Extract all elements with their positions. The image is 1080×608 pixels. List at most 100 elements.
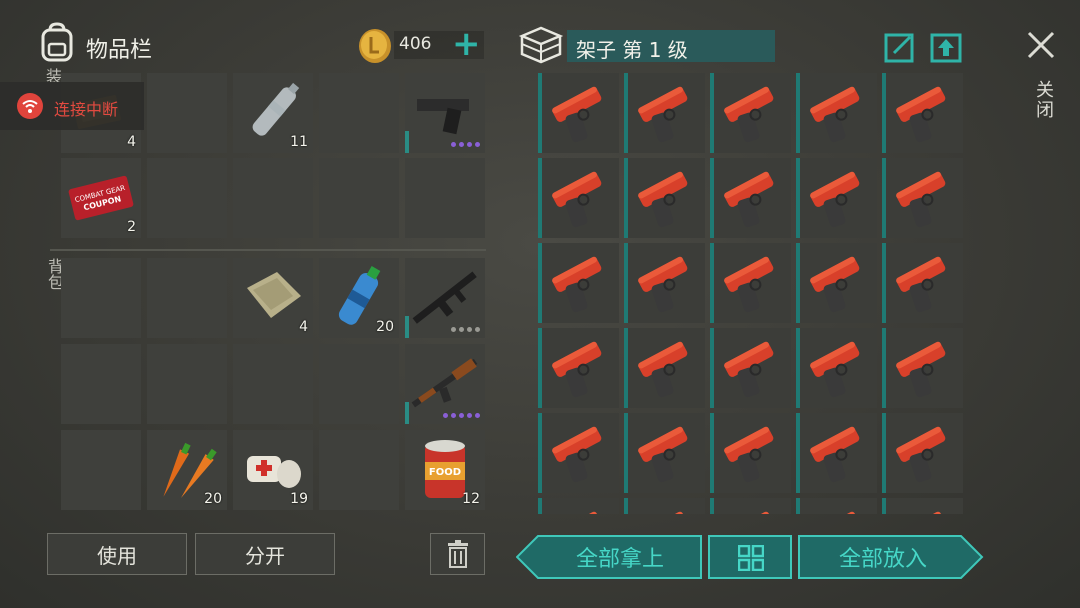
flare-gun-icon (896, 511, 946, 514)
item-count: 4 (299, 319, 308, 335)
shelf-slot-flare-gun[interactable] (538, 243, 619, 323)
shelf-slot-flare-gun[interactable] (882, 413, 963, 493)
add-coins-button[interactable]: + (452, 27, 481, 61)
inventory-slot-pistol[interactable] (405, 73, 485, 153)
inventory-slot-empty[interactable] (319, 430, 399, 510)
shelf-slot-flare-gun[interactable] (624, 243, 705, 323)
shelf-title: 架子 第 1 级 (576, 38, 688, 62)
item-count: 2 (127, 219, 136, 235)
item-count: 11 (290, 134, 308, 150)
shelf-slot-flare-gun[interactable] (710, 243, 791, 323)
inventory-slot-m16-rifle[interactable] (405, 258, 485, 338)
shelf-slot-flare-gun[interactable] (538, 413, 619, 493)
inventory-slot-canned-food[interactable]: FOOD 12 (405, 430, 485, 510)
shelf-slot-flare-gun[interactable] (882, 158, 963, 238)
flare-gun-icon (724, 426, 774, 483)
ak-rifle-icon (411, 358, 478, 408)
flare-gun-icon (896, 86, 946, 143)
inventory-slot-empty[interactable] (61, 258, 141, 338)
delete-button[interactable] (430, 533, 485, 575)
shelf-slot-flare-gun[interactable] (796, 73, 877, 153)
flare-gun-icon (724, 86, 774, 143)
inventory-slot-empty[interactable] (61, 344, 141, 424)
item-count: 19 (290, 491, 308, 507)
inventory-slot-water-bottle-empty[interactable]: 11 (233, 73, 313, 153)
crate-icon (518, 26, 564, 64)
flare-gun-icon (810, 511, 860, 514)
section-divider (50, 249, 486, 251)
shelf-slot-flare-gun[interactable] (624, 158, 705, 238)
flare-gun-icon (638, 426, 688, 483)
inventory-slot-empty[interactable] (147, 258, 227, 338)
use-button[interactable]: 使用 (47, 533, 187, 575)
flare-gun-icon (638, 511, 688, 514)
sort-button[interactable] (708, 535, 792, 579)
flare-gun-icon (638, 256, 688, 313)
shelf-slot-flare-gun[interactable] (796, 243, 877, 323)
flare-gun-icon (724, 256, 774, 313)
inventory-slot-empty[interactable] (319, 73, 399, 153)
inventory-slot-empty[interactable] (319, 158, 399, 238)
inventory-slot-empty[interactable] (61, 430, 141, 510)
item-count: 12 (462, 491, 480, 507)
inventory-slot-empty[interactable] (147, 344, 227, 424)
inventory-slot-empty[interactable] (147, 73, 227, 153)
shelf-slot-flare-gun[interactable] (624, 413, 705, 493)
backpack-icon (41, 22, 73, 62)
flare-gun-icon (724, 511, 774, 514)
shelf-slot-flare-gun[interactable] (796, 158, 877, 238)
take-all-button[interactable]: 全部拿上 (540, 535, 700, 579)
shelf-slot-flare-gun[interactable] (710, 413, 791, 493)
shelf-slot-flare-gun[interactable] (882, 328, 963, 408)
inventory-slot-empty[interactable] (233, 344, 313, 424)
inventory-slot-bandage[interactable]: 19 (233, 430, 313, 510)
inventory-slot-empty[interactable] (233, 158, 313, 238)
close-icon[interactable] (1024, 28, 1058, 62)
m16-rifle-icon (412, 271, 477, 324)
svg-text:FOOD: FOOD (429, 467, 461, 478)
shelf-slot-flare-gun[interactable] (882, 73, 963, 153)
shelf-title-bar: 架子 第 1 级 (567, 30, 775, 62)
inventory-slot-empty[interactable] (147, 158, 227, 238)
shelf-slot-flare-gun[interactable] (710, 498, 791, 514)
close-label[interactable]: 关闭 (1030, 80, 1056, 120)
shelf-slot-flare-gun[interactable] (710, 158, 791, 238)
coin-count: 406 (399, 34, 432, 54)
shelf-slot-flare-gun[interactable] (796, 413, 877, 493)
trash-icon (447, 540, 468, 568)
upgrade-icon[interactable] (930, 31, 962, 63)
flare-gun-icon (810, 426, 860, 483)
flare-gun-icon (724, 171, 774, 228)
shelf-slot-flare-gun[interactable] (538, 498, 619, 514)
shelf-slot-flare-gun[interactable] (796, 498, 877, 514)
shelf-slot-flare-gun[interactable] (538, 158, 619, 238)
flare-gun-icon (810, 171, 860, 228)
rarity-dots (443, 413, 480, 418)
shelf-slot-flare-gun[interactable] (624, 328, 705, 408)
rename-icon[interactable] (884, 31, 916, 63)
shelf-slot-flare-gun[interactable] (624, 73, 705, 153)
shelf-grid (532, 68, 964, 514)
durability-bar (405, 402, 409, 424)
inventory-slot-cloth-sack[interactable]: 4 (233, 258, 313, 338)
shelf-slot-flare-gun[interactable] (624, 498, 705, 514)
inventory-slot-carrots[interactable]: 20 (147, 430, 227, 510)
inventory-slot-ak-rifle[interactable] (405, 344, 485, 424)
shelf-slot-flare-gun[interactable] (882, 498, 963, 514)
shelf-slot-flare-gun[interactable] (882, 243, 963, 323)
shelf-slot-flare-gun[interactable] (538, 73, 619, 153)
flare-gun-icon (810, 341, 860, 398)
put-all-button[interactable]: 全部放入 (800, 535, 966, 579)
shelf-slot-flare-gun[interactable] (710, 328, 791, 408)
inventory-slot-water-bottle[interactable]: 20 (319, 258, 399, 338)
inventory-slot-empty[interactable] (319, 344, 399, 424)
inventory-slot-empty[interactable] (405, 158, 485, 238)
connection-text: 连接中断 (54, 100, 119, 119)
inventory-slot-combat-gear-coupon[interactable]: COMBAT GEAR COUPON 2 (61, 158, 141, 238)
shelf-slot-flare-gun[interactable] (796, 328, 877, 408)
flare-gun-icon (638, 341, 688, 398)
grid-icon (738, 545, 764, 571)
shelf-slot-flare-gun[interactable] (538, 328, 619, 408)
shelf-slot-flare-gun[interactable] (710, 73, 791, 153)
split-button[interactable]: 分开 (195, 533, 335, 575)
